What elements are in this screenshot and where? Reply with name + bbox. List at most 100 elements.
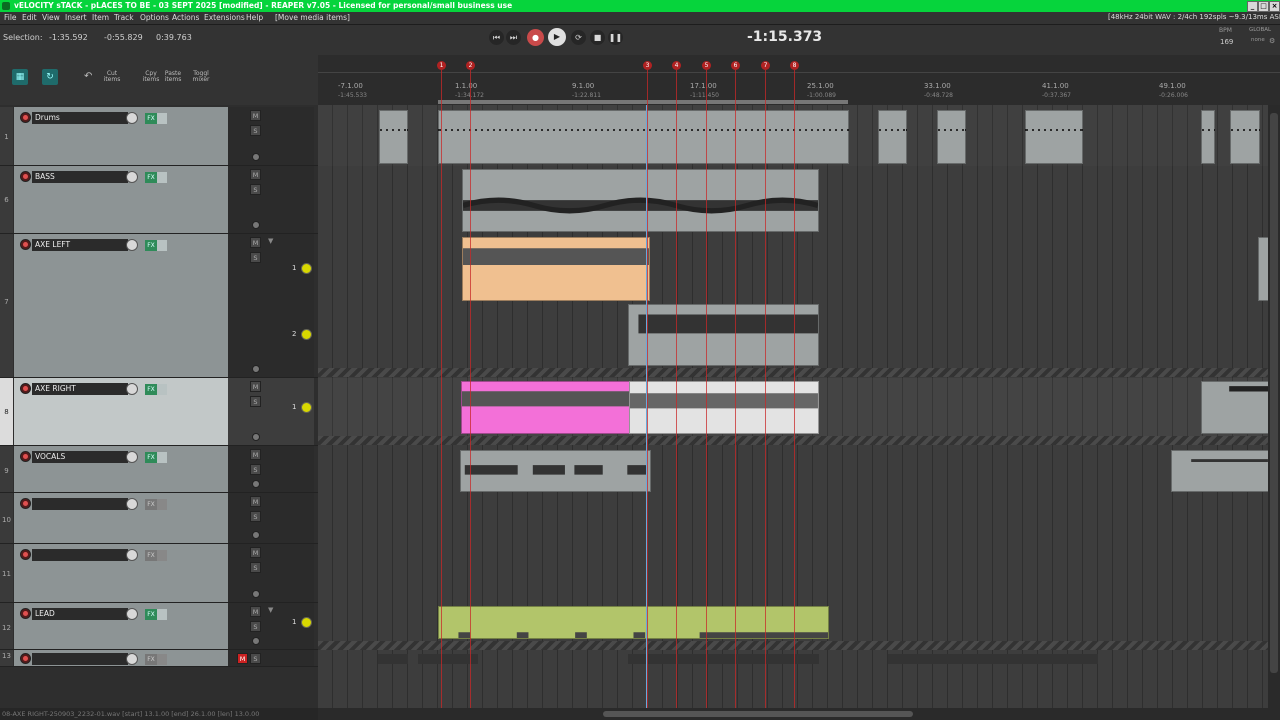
fx-button[interactable]: FX — [145, 550, 157, 561]
solo-button[interactable]: S — [250, 562, 261, 573]
track-bass[interactable]: 6 BASS FX M S — [0, 166, 318, 234]
copy-items-button[interactable]: Cpy items — [140, 71, 162, 83]
mute-button[interactable]: M — [250, 547, 261, 558]
horizontal-scroll-thumb[interactable] — [603, 711, 913, 717]
media-item-drums[interactable] — [1230, 110, 1260, 164]
media-item-drums[interactable] — [438, 110, 849, 164]
mute-button[interactable]: M — [250, 110, 261, 121]
paste-items-button[interactable]: Paste items — [162, 71, 184, 83]
media-item-drums[interactable] — [878, 110, 907, 164]
record-arm-button[interactable] — [20, 451, 31, 462]
track-name[interactable]: BASS — [32, 171, 128, 183]
menu-file[interactable]: File — [4, 13, 17, 22]
fx-button[interactable]: FX — [145, 113, 157, 124]
media-item-vocals[interactable] — [460, 450, 651, 492]
solo-button[interactable]: S — [250, 621, 261, 632]
go-to-start-button[interactable]: ⏮ — [489, 30, 504, 45]
lane-play-button[interactable] — [301, 402, 312, 413]
marker-5[interactable]: 5 — [702, 61, 711, 70]
track-name[interactable]: VOCALS — [32, 451, 128, 463]
media-item-axe-right[interactable] — [629, 381, 819, 434]
track-drums[interactable]: 1 Drums FX M S — [0, 107, 318, 166]
menu-extensions[interactable]: Extensions — [204, 13, 245, 22]
repeat-icon[interactable]: ⟳ — [571, 30, 586, 45]
fx-button[interactable]: FX — [145, 172, 157, 183]
track-13[interactable]: 13 FX M S — [0, 650, 318, 667]
menu-insert[interactable]: Insert — [65, 13, 87, 22]
vertical-scroll-thumb[interactable] — [1270, 113, 1278, 673]
track-vocals[interactable]: 9 VOCALS FX M S — [0, 446, 318, 493]
record-button[interactable]: ● — [527, 29, 544, 46]
solo-button[interactable]: S — [250, 252, 261, 263]
grid-icon[interactable]: ▦ — [12, 69, 28, 85]
track-name[interactable] — [32, 498, 128, 510]
audio-device-info[interactable]: [48kHz 24bit WAV : 2/4ch 192spls ~9.3/13… — [1108, 13, 1280, 21]
track-name[interactable]: AXE RIGHT — [32, 383, 128, 395]
minimize-button[interactable]: _ — [1247, 1, 1258, 12]
record-arm-button[interactable] — [20, 383, 31, 394]
media-item-drums[interactable] — [1201, 110, 1215, 164]
fx-bypass-button[interactable] — [157, 384, 167, 395]
fx-bypass-button[interactable] — [157, 654, 167, 665]
record-arm-button[interactable] — [20, 653, 31, 664]
pause-button[interactable]: ❚❚ — [608, 30, 623, 45]
cut-items-button[interactable]: Cut items — [100, 71, 124, 83]
marker-1[interactable]: 1 — [437, 61, 446, 70]
volume-knob[interactable] — [126, 383, 138, 395]
settings-gear-icon[interactable]: ⚙ — [1269, 37, 1275, 45]
fx-bypass-button[interactable] — [157, 550, 167, 561]
media-item-drums[interactable] — [937, 110, 966, 164]
fx-bypass-button[interactable] — [157, 452, 167, 463]
menu-item[interactable]: Item — [92, 13, 109, 22]
menu-view[interactable]: View — [42, 13, 60, 22]
global-none-value[interactable]: none — [1251, 37, 1265, 43]
route-icon[interactable] — [252, 480, 260, 488]
record-arm-button[interactable] — [20, 608, 31, 619]
track-lead[interactable]: 12 LEAD FX M S ▼ 1 — [0, 603, 318, 650]
mute-button[interactable]: M — [237, 653, 248, 664]
track-axe-left[interactable]: 7 AXE LEFT FX M S ▼ 1 2 — [0, 234, 318, 378]
fx-bypass-button[interactable] — [157, 113, 167, 124]
bpm-value[interactable]: 169 — [1220, 38, 1233, 46]
stop-button[interactable]: ■ — [590, 30, 605, 45]
media-item-vocals[interactable] — [1171, 450, 1268, 492]
selection-length[interactable]: 0:39.763 — [156, 33, 192, 42]
volume-knob[interactable] — [126, 608, 138, 620]
route-icon[interactable] — [252, 153, 260, 161]
track-axe-right[interactable]: 8 AXE RIGHT FX M S 1 — [0, 378, 318, 446]
solo-button[interactable]: S — [250, 653, 261, 664]
fx-bypass-button[interactable] — [157, 172, 167, 183]
fx-bypass-button[interactable] — [157, 609, 167, 620]
media-item-axe-left[interactable] — [628, 304, 819, 366]
play-button[interactable]: ▶ — [548, 28, 566, 46]
marker-2[interactable]: 2 — [466, 61, 475, 70]
mute-button[interactable]: M — [250, 381, 261, 392]
route-icon[interactable] — [252, 590, 260, 598]
route-icon[interactable] — [252, 531, 260, 539]
envelope-icon[interactable]: ▼ — [268, 606, 273, 614]
lane-play-button[interactable] — [301, 617, 312, 628]
menu-options[interactable]: Options — [140, 13, 169, 22]
solo-button[interactable]: S — [250, 511, 261, 522]
solo-button[interactable]: S — [250, 396, 261, 407]
volume-knob[interactable] — [126, 239, 138, 251]
menu-edit[interactable]: Edit — [22, 13, 37, 22]
volume-knob[interactable] — [126, 498, 138, 510]
media-item-axe-left[interactable] — [1258, 237, 1268, 301]
marker-4[interactable]: 4 — [672, 61, 681, 70]
fx-bypass-button[interactable] — [157, 240, 167, 251]
track-name[interactable] — [32, 549, 128, 561]
media-item-drums[interactable] — [1025, 110, 1083, 164]
maximize-button[interactable]: □ — [1258, 1, 1269, 12]
media-item-axe-right[interactable] — [461, 381, 631, 434]
record-arm-button[interactable] — [20, 112, 31, 123]
media-item-axe-left[interactable] — [462, 237, 650, 301]
fx-button[interactable]: FX — [145, 240, 157, 251]
global-label[interactable]: GLOBAL — [1249, 27, 1271, 33]
volume-knob[interactable] — [126, 549, 138, 561]
volume-knob[interactable] — [126, 171, 138, 183]
toggle-mixer-button[interactable]: Toggl mixer — [190, 71, 212, 83]
lane-play-button[interactable] — [301, 263, 312, 274]
fx-button[interactable]: FX — [145, 384, 157, 395]
arrange-view[interactable] — [318, 105, 1268, 708]
